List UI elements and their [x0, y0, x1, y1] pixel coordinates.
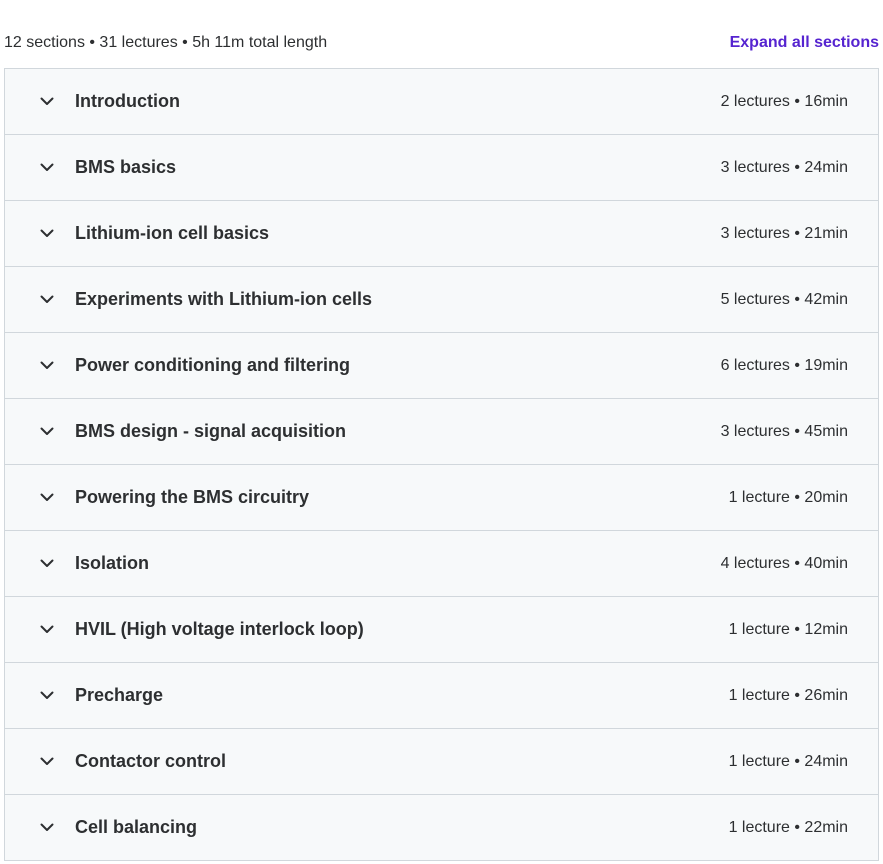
section-row[interactable]: Cell balancing 1 lecture • 22min	[5, 795, 878, 860]
section-title: Experiments with Lithium-ion cells	[75, 289, 373, 309]
section-meta: 1 lecture • 22min	[728, 818, 848, 836]
section-meta: 3 lectures • 21min	[720, 224, 848, 242]
chevron-down-icon	[39, 226, 55, 242]
chevron-down-icon	[39, 358, 55, 374]
section-title: Precharge	[75, 685, 164, 705]
section-title: Isolation	[75, 553, 150, 573]
section-row[interactable]: Isolation 4 lectures • 40min	[5, 531, 878, 597]
section-meta: 1 lecture • 20min	[728, 488, 848, 506]
section-row[interactable]: BMS design - signal acquisition 3 lecture…	[5, 399, 878, 465]
section-row[interactable]: Power conditioning and filtering 6 lectur…	[5, 333, 878, 399]
section-meta: 3 lectures • 45min	[720, 422, 848, 440]
chevron-down-icon	[39, 424, 55, 440]
section-title: Lithium-ion cell basics	[75, 223, 270, 243]
section-row[interactable]: BMS basics 3 lectures • 24min	[5, 135, 878, 201]
expand-all-sections-button[interactable]: Expand all sections	[730, 34, 879, 52]
section-title: Powering the BMS circuitry	[75, 487, 310, 507]
chevron-down-icon	[39, 622, 55, 638]
chevron-down-icon	[39, 94, 55, 110]
section-meta: 5 lectures • 42min	[720, 290, 848, 308]
course-curriculum: 12 sections • 31 lectures • 5h 11m total…	[0, 0, 883, 864]
chevron-down-icon	[39, 820, 55, 836]
section-meta: 6 lectures • 19min	[720, 356, 848, 374]
section-title: Contactor control	[75, 751, 226, 771]
curriculum-summary: 12 sections • 31 lectures • 5h 11m total…	[4, 34, 328, 51]
section-row[interactable]: Powering the BMS circuitry 1 lecture • 20…	[5, 465, 878, 531]
section-list: Introduction 2 lectures • 16min BMS basics…	[4, 68, 879, 861]
section-meta: 3 lectures • 24min	[720, 158, 848, 176]
section-meta: 2 lectures • 16min	[720, 92, 848, 110]
section-title: BMS basics	[75, 157, 177, 177]
section-meta: 1 lecture • 24min	[728, 752, 848, 770]
section-title: Introduction	[75, 91, 180, 111]
section-meta: 1 lecture • 12min	[728, 620, 848, 638]
section-title: Cell balancing	[75, 817, 198, 837]
section-row[interactable]: Introduction 2 lectures • 16min	[5, 69, 878, 135]
chevron-down-icon	[39, 556, 55, 572]
section-row[interactable]: Experiments with Lithium-ion cells 5 lect…	[5, 267, 878, 333]
section-row[interactable]: HVIL (High voltage interlock loop) 1 lect…	[5, 597, 878, 663]
section-title: BMS design - signal acquisition	[75, 421, 347, 441]
section-row[interactable]: Lithium-ion cell basics 3 lectures • 21mi…	[5, 201, 878, 267]
chevron-down-icon	[39, 490, 55, 506]
chevron-down-icon	[39, 160, 55, 176]
chevron-down-icon	[39, 754, 55, 770]
chevron-down-icon	[39, 688, 55, 704]
section-title: HVIL (High voltage interlock loop)	[75, 619, 364, 639]
curriculum-summary-bar: 12 sections • 31 lectures • 5h 11m total…	[0, 30, 879, 56]
section-meta: 1 lecture • 26min	[728, 686, 848, 704]
section-row[interactable]: Contactor control 1 lecture • 24min	[5, 729, 878, 795]
section-row[interactable]: Precharge 1 lecture • 26min	[5, 663, 878, 729]
section-meta: 4 lectures • 40min	[720, 554, 848, 572]
section-title: Power conditioning and filtering	[75, 355, 350, 375]
chevron-down-icon	[39, 292, 55, 308]
